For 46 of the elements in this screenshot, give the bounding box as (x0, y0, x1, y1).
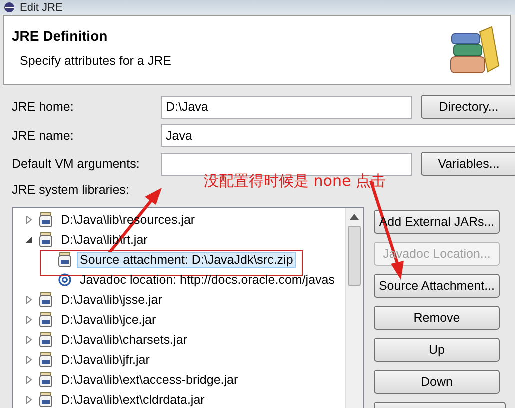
field-label: JRE name: (12, 128, 75, 142)
tree-item[interactable]: Source attachment: D:\JavaJdk\src.zip (77, 252, 296, 268)
jar-icon (38, 332, 54, 348)
scrollbar[interactable] (345, 208, 363, 408)
expand-triangle-icon[interactable] (25, 296, 33, 304)
expand-triangle-icon[interactable] (25, 376, 33, 384)
header-title: JRE Definition (12, 28, 109, 44)
jar-icon (38, 212, 54, 228)
window-title: Edit JRE (20, 2, 63, 14)
jar-icon (38, 232, 54, 248)
collapse-triangle-icon[interactable] (25, 236, 33, 244)
expand-triangle-icon[interactable] (25, 316, 33, 324)
text-field[interactable]: D:\Java (161, 96, 412, 118)
scroll-thumb[interactable] (348, 226, 361, 286)
jar-icon (38, 352, 54, 368)
app-icon (4, 2, 15, 13)
jar-icon (38, 372, 54, 388)
field-label: Default VM arguments: (12, 157, 141, 171)
text-field[interactable] (161, 152, 412, 176)
header-subtitle: Specify attributes for a JRE (19, 54, 172, 68)
expand-triangle-icon[interactable] (25, 396, 33, 404)
field-label: JRE home: (12, 100, 75, 114)
side-button[interactable]: Up (374, 338, 500, 362)
field-button[interactable]: Directory... (421, 95, 515, 119)
side-button[interactable]: Down (374, 370, 500, 394)
tree-item[interactable]: Javadoc location: http://docs.oracle.com/javas (77, 272, 338, 288)
expand-triangle-icon[interactable] (25, 336, 33, 344)
tree-item[interactable]: D:\Java\lib\charsets.jar (58, 332, 190, 348)
tree-item[interactable]: D:\Java\lib\ext\access-bridge.jar (58, 372, 242, 388)
field-button[interactable]: Variables... (421, 152, 515, 176)
tree-item[interactable]: D:\Java\lib\jce.jar (58, 312, 160, 328)
tree-item[interactable]: D:\Java\lib\jsse.jar (58, 292, 166, 308)
jar-icon (57, 252, 73, 268)
side-button[interactable]: Remove (374, 306, 500, 330)
text-field[interactable]: Java (161, 124, 515, 147)
annotation-text: 没配置得时候是 none 点击 (204, 172, 386, 191)
jar-icon (38, 312, 54, 328)
expand-triangle-icon[interactable] (25, 216, 33, 224)
scroll-up-icon[interactable] (350, 214, 359, 220)
side-button[interactable]: Source Attachment... (374, 274, 500, 298)
libraries-label: JRE system libraries: (12, 183, 130, 197)
tree-item[interactable]: D:\Java\lib\ext\cldrdata.jar (58, 392, 208, 408)
jar-icon (38, 292, 54, 308)
expand-triangle-icon[interactable] (25, 356, 33, 364)
tree-item[interactable]: D:\Java\lib\jfr.jar (58, 352, 153, 368)
at-sign-icon (58, 273, 72, 287)
